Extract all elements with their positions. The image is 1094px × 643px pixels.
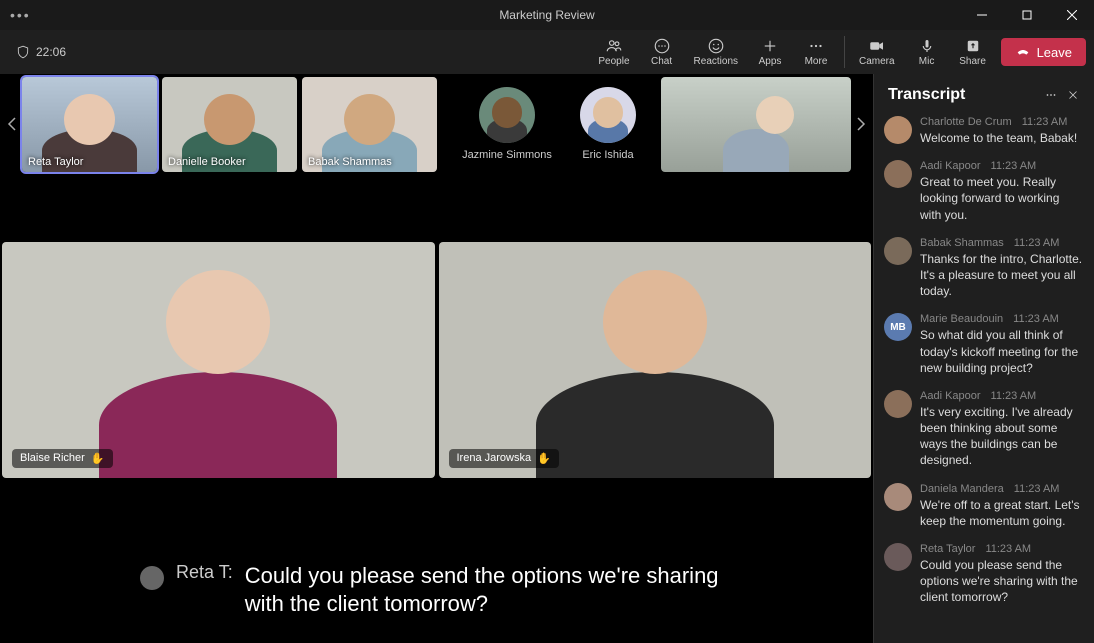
panel-title: Transcript <box>888 86 1036 104</box>
transcript-panel: Transcript Charlotte De Crum 11:23 AM Welc… <box>873 74 1094 643</box>
thumbnail-row: Reta Taylor Danielle Booker Babak Shamma… <box>0 74 873 174</box>
share-icon <box>964 37 982 55</box>
meeting-timer: 22:06 <box>16 45 66 59</box>
message-text: So what did you all think of today's kic… <box>920 327 1084 376</box>
thumb-danielle[interactable]: Danielle Booker <box>162 77 297 172</box>
close-button[interactable] <box>1049 0 1094 30</box>
message-author: Charlotte De Crum <box>920 116 1012 128</box>
people-icon <box>605 37 623 55</box>
transcript-message: Aadi Kapoor 11:23 AM Great to meet you. Re… <box>884 160 1084 223</box>
thumb-reta[interactable]: Reta Taylor <box>22 77 157 172</box>
reactions-button[interactable]: Reactions <box>686 30 746 74</box>
message-avatar <box>884 543 912 571</box>
transcript-message: Reta Taylor 11:23 AM Could you please send… <box>884 543 1084 606</box>
message-text: It's very exciting. I've already been th… <box>920 404 1084 469</box>
message-author: Reta Taylor <box>920 543 975 555</box>
apps-button[interactable]: Apps <box>748 30 792 74</box>
transcript-feed[interactable]: Charlotte De Crum 11:23 AM Welcome to the … <box>874 116 1094 643</box>
camera-icon <box>868 37 886 55</box>
transcript-message: Babak Shammas 11:23 AM Thanks for the intr… <box>884 237 1084 300</box>
shield-icon <box>16 45 30 59</box>
message-avatar: MB <box>884 313 912 341</box>
message-avatar <box>884 483 912 511</box>
transcript-message: Aadi Kapoor 11:23 AM It's very exciting. I… <box>884 390 1084 469</box>
message-time: 11:23 AM <box>1014 237 1060 249</box>
transcript-message: MB Marie Beaudouin 11:23 AM So what did you… <box>884 313 1084 376</box>
thumb-babak[interactable]: Babak Shammas <box>302 77 437 172</box>
tile-irena[interactable]: Irena Jarowska✋ <box>439 242 872 478</box>
thumb-room[interactable] <box>661 77 851 172</box>
message-author: Babak Shammas <box>920 237 1004 249</box>
message-author: Daniela Mandera <box>920 483 1004 495</box>
message-author: Aadi Kapoor <box>920 390 981 402</box>
people-button[interactable]: People <box>590 30 637 74</box>
message-avatar <box>884 390 912 418</box>
caption-speaker: Reta T: <box>176 562 233 583</box>
share-button[interactable]: Share <box>951 30 995 74</box>
message-author: Marie Beaudouin <box>920 313 1003 325</box>
video-grid: Blaise Richer✋ Irena Jarowska✋ <box>0 174 873 546</box>
caption-avatar <box>140 566 164 590</box>
video-stage: Reta Taylor Danielle Booker Babak Shamma… <box>0 74 873 643</box>
message-text: Could you please send the options we're … <box>920 557 1084 606</box>
message-time: 11:23 AM <box>1022 116 1068 128</box>
name-pill: Blaise Richer✋ <box>12 449 113 468</box>
message-time: 11:23 AM <box>985 543 1031 555</box>
transcript-message: Charlotte De Crum 11:23 AM Welcome to the … <box>884 116 1084 146</box>
more-button[interactable]: More <box>794 30 838 74</box>
message-time: 11:23 AM <box>1014 483 1060 495</box>
message-avatar <box>884 116 912 144</box>
hangup-icon <box>1015 44 1031 60</box>
message-time: 11:23 AM <box>991 390 1037 402</box>
leave-button[interactable]: Leave <box>1001 38 1086 66</box>
message-text: We're off to a great start. Let's keep t… <box>920 497 1084 529</box>
window-title: Marketing Review <box>499 8 594 22</box>
message-time: 11:23 AM <box>1013 313 1059 325</box>
message-author: Aadi Kapoor <box>920 160 981 172</box>
transcript-message: Daniela Mandera 11:23 AM We're off to a gr… <box>884 483 1084 529</box>
hand-icon: ✋ <box>537 452 551 465</box>
more-icon <box>807 37 825 55</box>
minimize-button[interactable] <box>959 0 1004 30</box>
mic-button[interactable]: Mic <box>905 30 949 74</box>
hand-icon: ✋ <box>91 452 105 465</box>
toolbar: 22:06 People Chat Reactions Apps More Ca… <box>0 30 1094 74</box>
panel-close-button[interactable] <box>1066 88 1080 102</box>
chat-icon <box>653 37 671 55</box>
mic-icon <box>918 37 936 55</box>
message-text: Great to meet you. Really looking forwar… <box>920 174 1084 223</box>
avatar-jazmine[interactable]: Jazmine Simmons <box>459 87 555 161</box>
menu-dots[interactable]: ••• <box>10 7 31 23</box>
titlebar: ••• Marketing Review <box>0 0 1094 30</box>
message-avatar <box>884 237 912 265</box>
message-time: 11:23 AM <box>991 160 1037 172</box>
caption-text: Could you please send the options we're … <box>245 562 733 619</box>
avatar-eric[interactable]: Eric Ishida <box>560 87 656 161</box>
chat-button[interactable]: Chat <box>640 30 684 74</box>
thumbs-next[interactable] <box>853 104 869 144</box>
message-avatar <box>884 160 912 188</box>
message-text: Thanks for the intro, Charlotte. It's a … <box>920 251 1084 300</box>
panel-more-button[interactable] <box>1044 88 1058 102</box>
message-text: Welcome to the team, Babak! <box>920 130 1084 146</box>
live-caption: Reta T: Could you please send the option… <box>0 546 873 643</box>
name-pill: Irena Jarowska✋ <box>449 449 559 468</box>
camera-button[interactable]: Camera <box>851 30 903 74</box>
reactions-icon <box>707 37 725 55</box>
plus-icon <box>761 37 779 55</box>
maximize-button[interactable] <box>1004 0 1049 30</box>
tile-blaise[interactable]: Blaise Richer✋ <box>2 242 435 478</box>
thumbs-prev[interactable] <box>4 104 20 144</box>
